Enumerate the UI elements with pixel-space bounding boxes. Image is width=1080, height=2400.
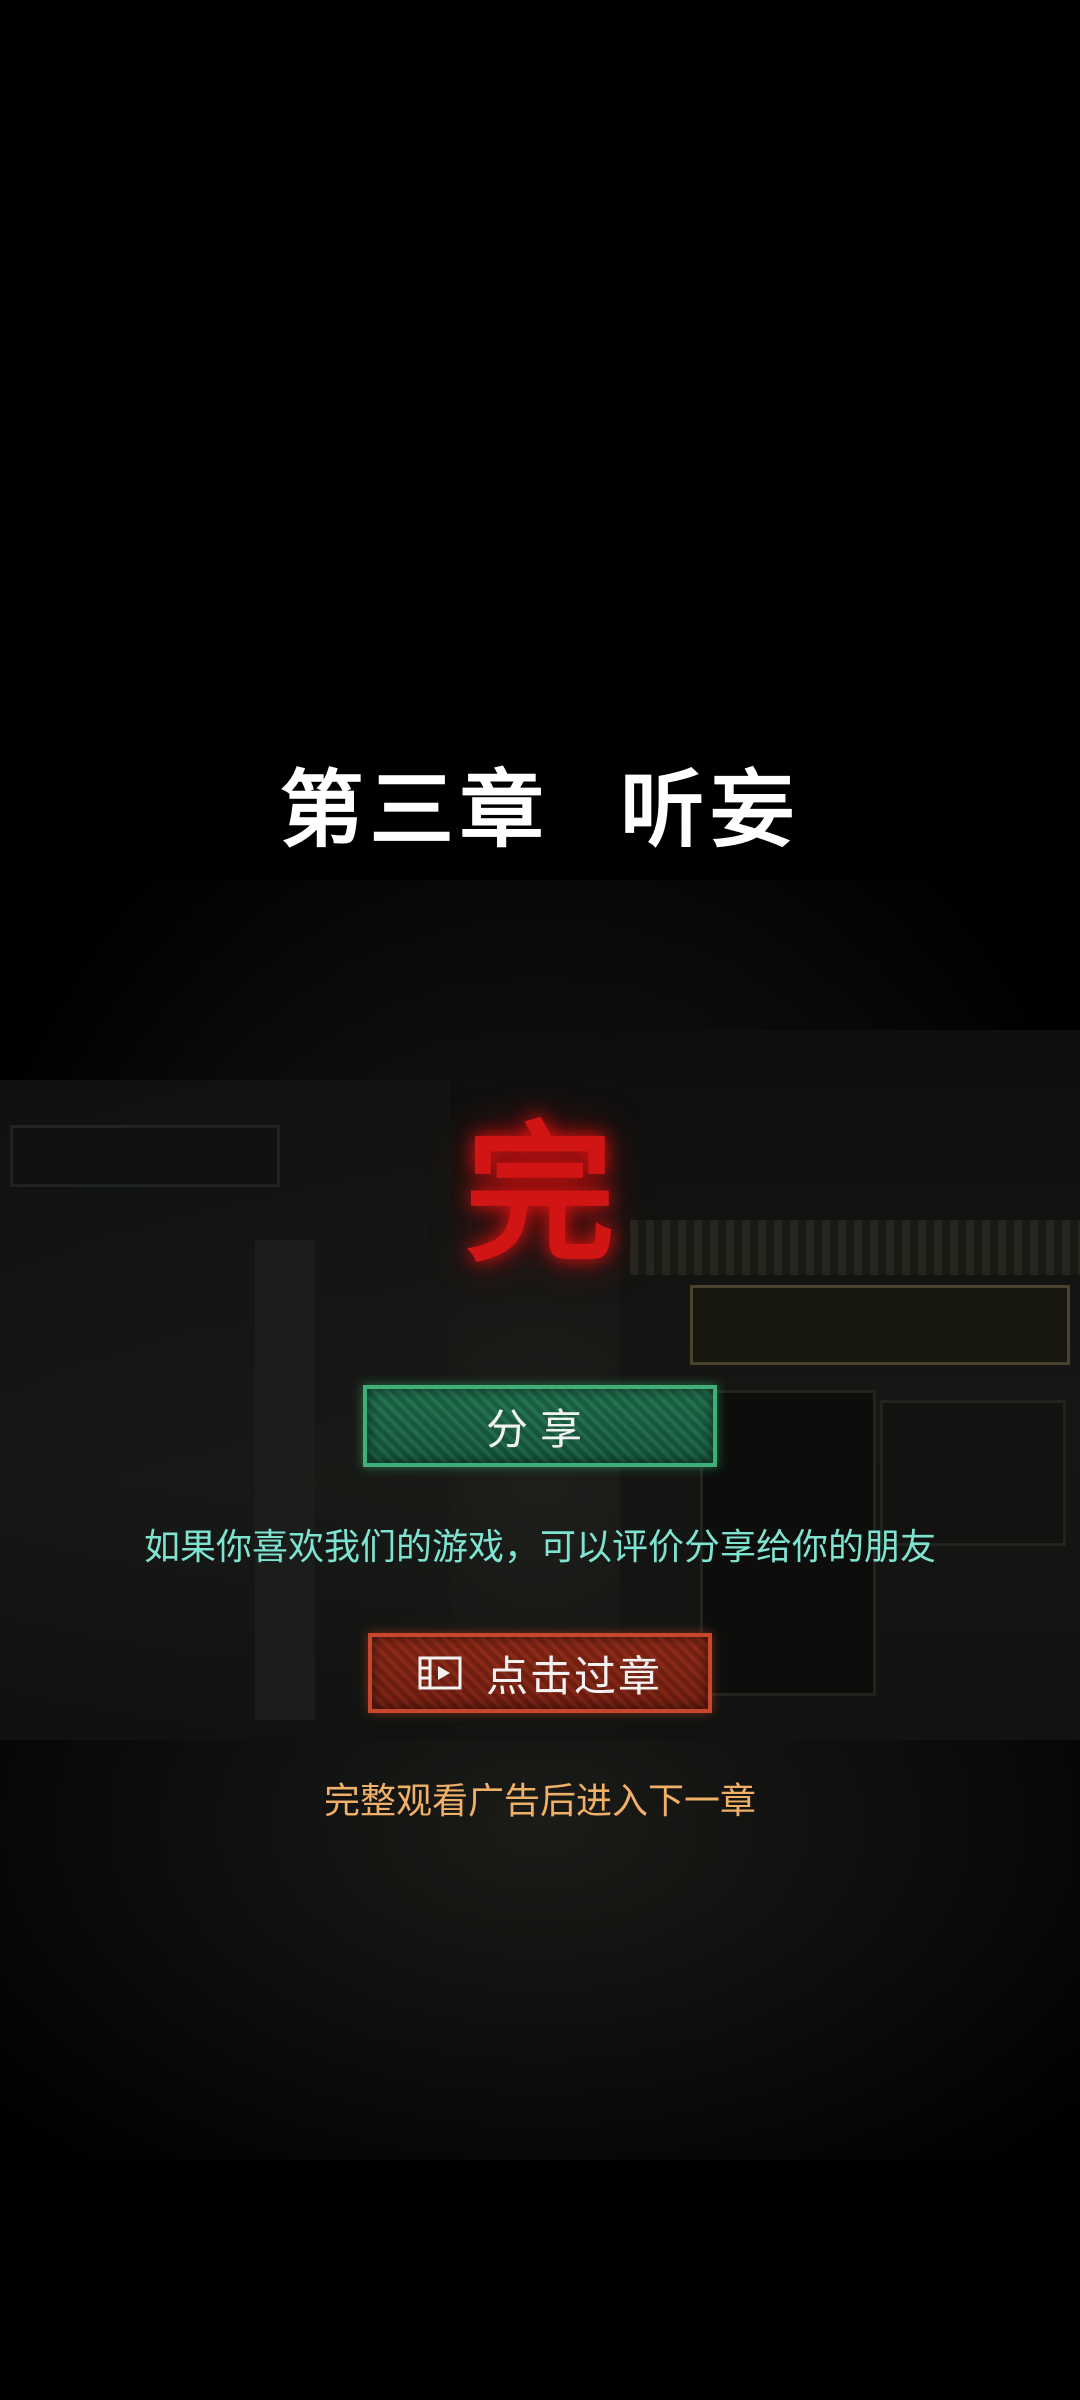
- pillar: [255, 1240, 315, 1720]
- share-button[interactable]: 分享: [363, 1385, 717, 1467]
- end-mark: 完: [464, 1107, 615, 1283]
- share-button-label: 分享: [485, 1404, 594, 1454]
- chapter-title: 第三章 听妄: [279, 760, 801, 859]
- video-ad-icon: [418, 1656, 462, 1690]
- chapter-complete-screen: 第三章 听妄 完 分享 如果你喜欢我们的游戏，可以评价分享给你的朋友 点击过章 …: [0, 0, 1080, 2400]
- skip-hint-text: 完整观看广告后进入下一章: [323, 1781, 756, 1822]
- skip-chapter-button[interactable]: 点击过章: [368, 1633, 712, 1713]
- skip-chapter-label: 点击过章: [485, 1651, 662, 1701]
- share-hint-text: 如果你喜欢我们的游戏，可以评价分享给你的朋友: [143, 1527, 936, 1568]
- cafe-sign: [690, 1285, 1070, 1365]
